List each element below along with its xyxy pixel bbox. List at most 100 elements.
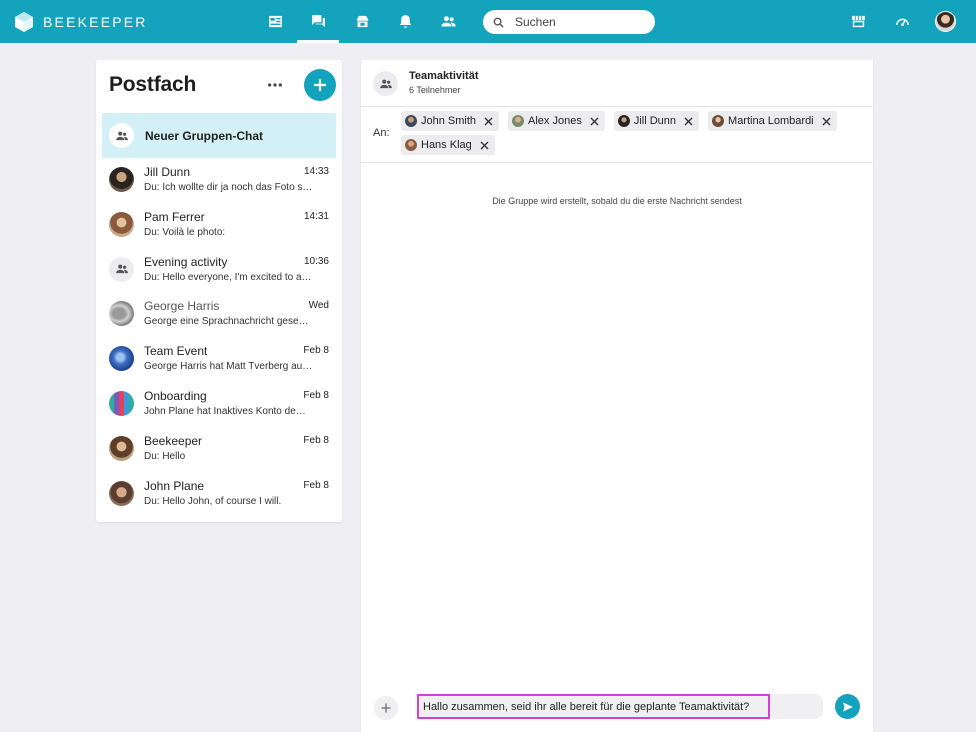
close-icon (590, 117, 599, 125)
inbox-title: Postfach (109, 73, 197, 96)
conversation-item[interactable]: Beekeeper Feb 8 Du: Hello (102, 432, 336, 477)
more-dots-icon (268, 83, 282, 87)
avatar (109, 390, 134, 416)
conversation-time: Feb 8 (303, 434, 329, 446)
recipients-field[interactable]: An: John Smith Alex Jones Jill Dunn Mart… (361, 107, 873, 163)
close-icon (484, 117, 493, 125)
plus-icon (314, 79, 326, 91)
close-icon (822, 117, 831, 125)
conversation-item[interactable]: George Harris Wed George eine Sprachnach… (102, 297, 336, 342)
avatar (109, 301, 134, 327)
search-input[interactable] (515, 15, 645, 29)
conversation-time: Feb 8 (303, 345, 329, 357)
search-bar[interactable] (483, 10, 655, 34)
conversation-preview: Du: Voilà le photo: (144, 226, 226, 238)
conversation-item[interactable]: John Plane Feb 8 Du: Hello John, of cour… (102, 477, 336, 522)
conversation-time: 14:33 (303, 166, 329, 177)
send-icon (842, 702, 853, 711)
remove-recipient-button[interactable] (590, 117, 599, 126)
new-group-chat-label: Neuer Gruppen-Chat (145, 128, 264, 143)
conversation-name: John Plane (144, 478, 205, 493)
conversation-name: Beekeeper (144, 433, 203, 448)
more-options-button[interactable] (266, 76, 284, 94)
avatar (109, 346, 134, 372)
nav-notifications[interactable] (384, 0, 426, 43)
remove-recipient-button[interactable] (684, 117, 693, 126)
apps-icon (356, 15, 368, 28)
avatar (109, 480, 134, 506)
conversation-item[interactable]: Onboarding Feb 8 John Plane hat Inaktive… (102, 387, 336, 432)
avatar (617, 115, 630, 127)
message-input[interactable] (417, 694, 770, 719)
attach-button[interactable] (374, 696, 398, 720)
conversation-time: Feb 8 (303, 479, 329, 491)
remove-recipient-button[interactable] (480, 141, 489, 150)
new-chat-button[interactable] (304, 69, 336, 101)
group-icon (115, 131, 128, 140)
recipient-chip[interactable]: Alex Jones (508, 111, 605, 131)
conversation-time: Feb 8 (303, 389, 329, 401)
profile-avatar[interactable] (935, 11, 956, 32)
conversation-preview: George eine Sprachnachricht gesendet (144, 316, 314, 328)
dashboard-icon (895, 18, 909, 26)
avatar (109, 167, 134, 192)
nav-people[interactable] (427, 0, 469, 43)
nav-chat[interactable] (297, 0, 339, 43)
group-avatar (373, 71, 398, 96)
conversation-name: Team Event (144, 344, 208, 359)
beekeeper-logo[interactable]: BEEKEEPER (14, 11, 148, 33)
recipient-chip[interactable]: Hans Klag (401, 135, 495, 155)
recipient-name: Martina Lombardi (728, 115, 814, 127)
new-group-chat-item[interactable]: Neuer Gruppen-Chat (102, 113, 336, 158)
to-label: An: (373, 127, 390, 139)
group-icon (115, 264, 128, 274)
recipient-chip[interactable]: John Smith (401, 111, 500, 131)
recipient-chip[interactable]: Martina Lombardi (708, 111, 837, 131)
group-icon (379, 79, 392, 88)
group-avatar (109, 123, 134, 148)
conversation-list: Jill Dunn 14:33 Du: Ich wollte dir ja no… (102, 163, 336, 521)
conversation-item[interactable]: Pam Ferrer 14:31 Du: Voilà le photo: (102, 208, 336, 253)
avatar (109, 211, 134, 237)
group-avatar (109, 256, 134, 282)
conversation-preview: Du: Hello everyone, I'm excited to annou… (144, 271, 314, 283)
close-icon (684, 117, 693, 125)
inbox-panel: Postfach Neuer Gruppen-Chat Jill Dunn 14… (96, 60, 342, 522)
conversation-name: Pam Ferrer (144, 209, 205, 224)
conversation-name: Evening activity (144, 254, 228, 269)
recipient-chip[interactable]: Jill Dunn (613, 111, 700, 131)
conversation-item[interactable]: Jill Dunn 14:33 Du: Ich wollte dir ja no… (102, 163, 336, 208)
brand-name: BEEKEEPER (43, 14, 148, 30)
conversation-name: Jill Dunn (144, 165, 191, 179)
newsfeed-icon (268, 15, 282, 28)
participant-count: 6 Teilnehmer (409, 85, 461, 95)
conversation-item[interactable]: Team Event Feb 8 George Harris hat Matt … (102, 342, 336, 387)
remove-recipient-button[interactable] (822, 117, 831, 126)
send-button[interactable] (835, 694, 860, 719)
conversation-time: Wed (308, 300, 329, 312)
avatar (405, 139, 417, 151)
plus-icon (381, 703, 391, 713)
nav-apps[interactable] (341, 0, 383, 43)
people-icon (440, 16, 456, 27)
dashboard-button[interactable] (881, 0, 923, 43)
beekeeper-logo-icon (15, 12, 33, 32)
conversation-time: 10:36 (303, 255, 329, 267)
conversation-preview: George Harris hat Matt Tverberg ausgewäh… (144, 361, 314, 373)
conversation-name: Onboarding (144, 388, 207, 403)
chat-title: Teamaktivität (409, 70, 479, 82)
avatar (405, 115, 417, 127)
conversation-preview: Du: Hello John, of course I will. (144, 495, 282, 507)
conversation-preview: Du: Hello (144, 450, 186, 462)
chat-icon (311, 15, 325, 28)
recipient-name: Hans Klag (421, 139, 472, 151)
conversation-name: George Harris (144, 299, 220, 314)
remove-recipient-button[interactable] (484, 117, 493, 126)
close-icon (480, 141, 489, 149)
nav-newsfeed[interactable] (254, 0, 296, 43)
recipient-name: Jill Dunn (633, 115, 677, 127)
recipient-name: Alex Jones (528, 115, 582, 127)
store-button[interactable] (837, 0, 879, 43)
conversation-item[interactable]: Evening activity 10:36 Du: Hello everyon… (102, 253, 336, 298)
group-creation-notice: Die Gruppe wird erstellt, sobald du die … (492, 196, 742, 206)
